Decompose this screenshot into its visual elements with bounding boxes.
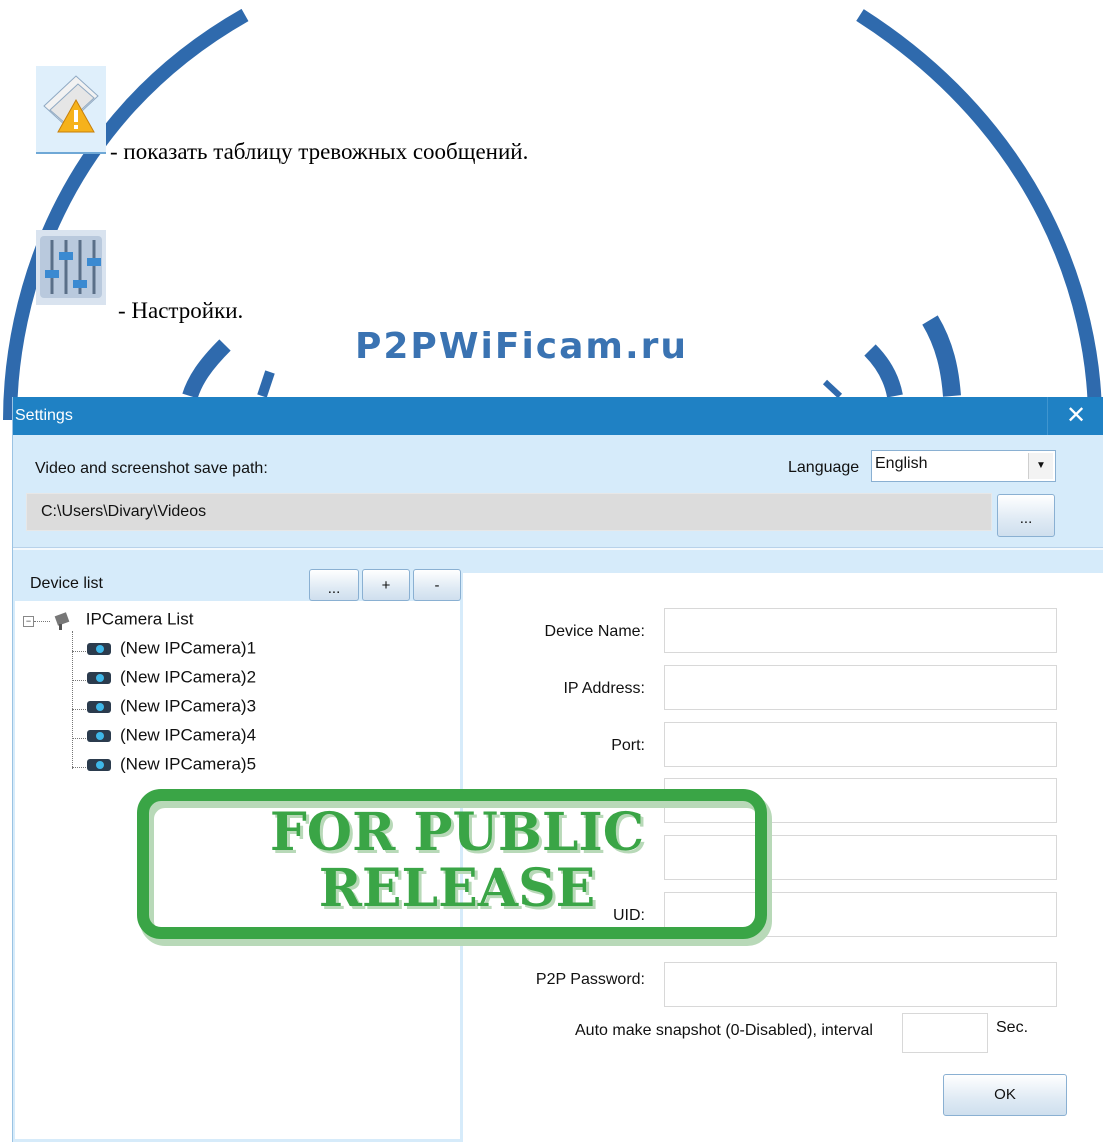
tree-root[interactable]: IPCamera List — [53, 609, 193, 635]
collapse-toggle[interactable]: − — [23, 616, 34, 627]
close-button[interactable]: ✕ — [1047, 397, 1103, 435]
camera-list-icon — [53, 611, 73, 630]
browse-button[interactable]: ... — [997, 494, 1055, 537]
p2p-password-label: P2P Password: — [535, 971, 645, 988]
port-input[interactable] — [664, 722, 1057, 767]
password-input[interactable] — [664, 835, 1057, 880]
device-tree: − IPCamera List (New IPCamera)1 (New IPC… — [15, 601, 460, 1139]
camera-label: (New IPCamera)5 — [120, 754, 257, 774]
camera-item-2[interactable]: (New IPCamera)2 — [86, 667, 256, 693]
save-path-value: C:\Users\Divary\Videos — [41, 503, 207, 520]
port-label: Port: — [611, 737, 645, 754]
camera-label: (New IPCamera)4 — [120, 725, 257, 745]
p2p-uid-label: UID: — [613, 907, 645, 924]
camera-icon — [86, 757, 112, 773]
snapshot-interval-input[interactable] — [902, 1013, 988, 1053]
language-value: English — [875, 455, 928, 472]
device-remove-button[interactable]: - — [413, 569, 461, 601]
language-label: Language — [788, 459, 860, 476]
device-name-input[interactable] — [664, 608, 1057, 653]
divider — [13, 547, 1103, 550]
p2p-password-input[interactable] — [664, 962, 1057, 1007]
brand-watermark: P2PWiFicam.ru — [355, 326, 689, 367]
camera-item-5[interactable]: (New IPCamera)5 — [86, 754, 256, 780]
camera-label: (New IPCamera)3 — [120, 696, 257, 716]
settings-window: Settings ✕ Video and screenshot save pat… — [12, 397, 1103, 1142]
device-add-button[interactable]: + — [362, 569, 410, 601]
doc-text-alarm: - показать таблицу тревожных сообщений. — [110, 139, 529, 164]
doc-text-settings: - Настройки. — [118, 298, 244, 323]
camera-icon — [86, 641, 112, 657]
device-form: Device Name: IP Address: Port: UID: P2P … — [463, 573, 1103, 1142]
tree-root-label: IPCamera List — [85, 609, 194, 629]
camera-icon — [86, 728, 112, 744]
settings-sliders-icon — [36, 230, 106, 310]
camera-item-3[interactable]: (New IPCamera)3 — [86, 696, 256, 722]
language-select[interactable]: English ▼ — [871, 450, 1056, 482]
save-path-field[interactable]: C:\Users\Divary\Videos — [26, 493, 992, 531]
camera-item-1[interactable]: (New IPCamera)1 — [86, 638, 256, 664]
camera-label: (New IPCamera)2 — [120, 667, 257, 687]
ip-address-input[interactable] — [664, 665, 1057, 710]
p2p-uid-input[interactable] — [664, 892, 1057, 937]
camera-icon — [86, 699, 112, 715]
camera-label: (New IPCamera)1 — [120, 638, 257, 658]
title-bar: Settings ✕ — [13, 397, 1103, 435]
ok-button[interactable]: OK — [943, 1074, 1067, 1116]
camera-icon — [86, 670, 112, 686]
device-edit-button[interactable]: ... — [309, 569, 359, 601]
save-path-label: Video and screenshot save path: — [35, 460, 268, 477]
device-name-label: Device Name: — [544, 623, 645, 640]
alarm-table-icon — [36, 66, 106, 154]
camera-item-4[interactable]: (New IPCamera)4 — [86, 725, 256, 751]
device-list-label: Device list — [30, 575, 103, 592]
snapshot-unit: Sec. — [996, 1019, 1029, 1036]
username-input[interactable] — [664, 778, 1057, 823]
ip-address-label: IP Address: — [563, 680, 645, 697]
dropdown-arrow-icon[interactable]: ▼ — [1028, 453, 1053, 479]
window-title: Settings — [15, 407, 73, 424]
snapshot-label: Auto make snapshot (0-Disabled), interva… — [575, 1022, 873, 1039]
